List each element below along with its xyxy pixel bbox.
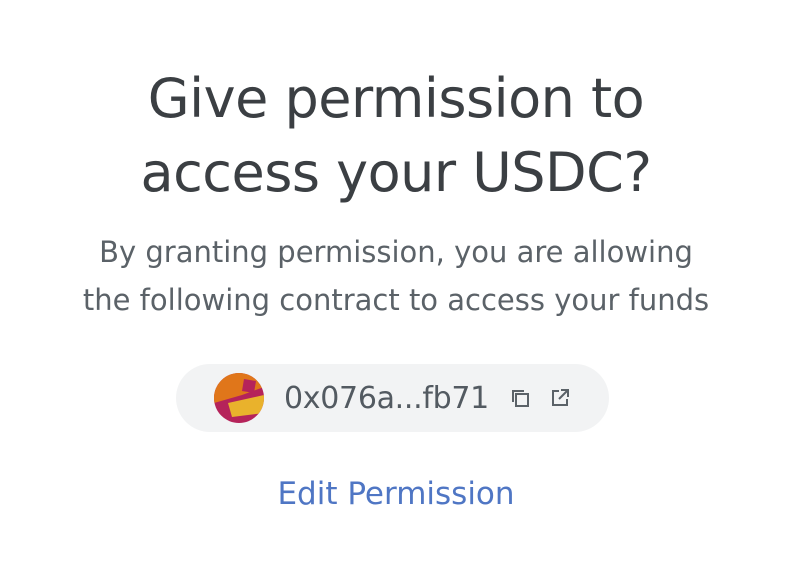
external-link-icon — [551, 389, 569, 406]
page-title-line-1: Give permission to — [147, 67, 645, 131]
page-title-line-2: access your USDC? — [140, 141, 652, 205]
copy-address-button[interactable] — [507, 385, 533, 411]
edit-permission-link[interactable]: Edit Permission — [0, 470, 792, 518]
contract-avatar — [214, 373, 264, 423]
copy-icon — [511, 390, 529, 407]
permission-description-line-1: By granting permission, you are allowing — [99, 235, 693, 269]
page-title: Give permission to access your USDC? — [0, 62, 792, 210]
permission-description: By granting permission, you are allowing… — [0, 228, 792, 324]
view-on-explorer-button[interactable] — [547, 385, 573, 411]
permission-description-line-2: the following contract to access your fu… — [82, 283, 710, 317]
contract-address-pill: 0x076a...fb71 — [176, 364, 609, 432]
contract-address: 0x076a...fb71 — [284, 380, 489, 416]
